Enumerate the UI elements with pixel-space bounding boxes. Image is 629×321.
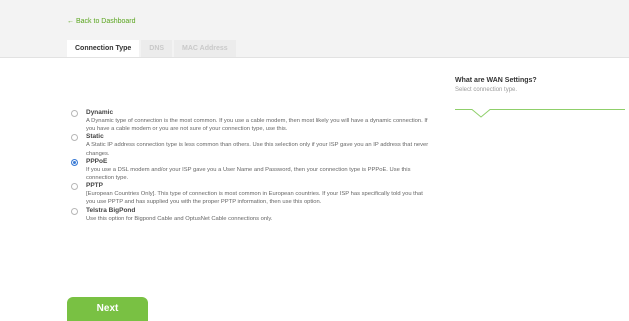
next-button[interactable]: Next <box>67 297 148 321</box>
option-telstra-bigpond[interactable]: Telstra BigPond Use this option for Bigp… <box>71 207 431 223</box>
help-subtitle: Select connection type. <box>455 87 518 93</box>
radio-static[interactable] <box>71 134 78 142</box>
option-description: Use this option for Bigpond Cable and Op… <box>86 215 273 222</box>
tab-bar: Connection Type DNS MAC Address <box>67 40 238 57</box>
radio-dynamic[interactable] <box>71 110 78 117</box>
option-static[interactable]: Static A Static IP address connection ty… <box>71 133 431 157</box>
radio-pppoe[interactable] <box>71 158 78 166</box>
back-arrow-icon: ← <box>67 18 74 25</box>
tab-dns[interactable]: DNS <box>141 40 173 57</box>
pointer-divider <box>455 109 625 118</box>
option-description: A Dynamic type of connection is the most… <box>86 118 428 133</box>
page-header: ← Back to Dashboard Connection Type DNS M… <box>0 0 629 58</box>
radio-pptp[interactable] <box>71 183 78 191</box>
help-title: What are WAN Settings? <box>455 77 537 84</box>
back-to-dashboard-link[interactable]: ← Back to Dashboard <box>67 18 136 25</box>
radio-telstra-bigpond[interactable] <box>71 207 78 215</box>
connection-type-options: Dynamic A Dynamic type of connection is … <box>71 109 431 223</box>
option-pptp[interactable]: PPTP [European Countries Only]. This typ… <box>71 182 431 206</box>
option-description: If you use a DSL modem and/or your ISP g… <box>86 166 411 182</box>
option-title: Dynamic <box>86 109 114 116</box>
option-pppoe[interactable]: PPPoE If you use a DSL modem and/or your… <box>71 158 431 182</box>
back-link-label: Back to Dashboard <box>76 18 136 25</box>
option-title: PPTP <box>86 182 103 190</box>
option-dynamic[interactable]: Dynamic A Dynamic type of connection is … <box>71 109 431 133</box>
option-title: Telstra BigPond <box>86 206 136 214</box>
tab-mac-address[interactable]: MAC Address <box>174 40 236 57</box>
help-sidebar: What are WAN Settings? Select connection… <box>455 77 625 118</box>
option-description: [European Countries Only]. This type of … <box>86 191 423 206</box>
option-title: Static <box>86 133 104 141</box>
tab-connection-type[interactable]: Connection Type <box>67 40 140 57</box>
option-description: A Static IP address connection type is l… <box>86 142 429 157</box>
option-title: PPPoE <box>86 157 108 165</box>
